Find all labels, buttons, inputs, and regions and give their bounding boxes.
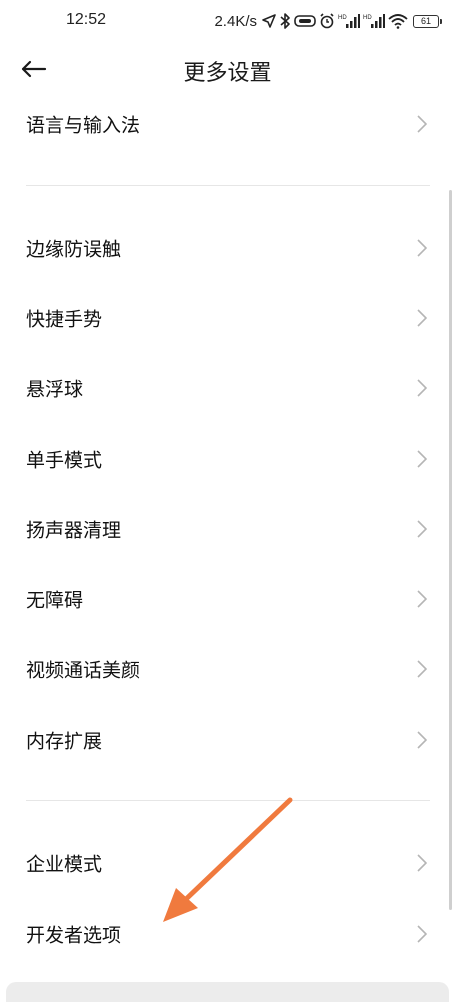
status-time: 12:52 [66, 11, 107, 28]
list-item-developer-options[interactable]: 开发者选项 [0, 904, 455, 964]
list-item-label: 无障碍 [26, 589, 84, 612]
scrollbar[interactable] [449, 190, 452, 910]
chevron-right-icon [417, 731, 428, 749]
list-item-edge-protection[interactable]: 边缘防误触 [0, 218, 455, 278]
wifi-icon [388, 13, 408, 29]
page-title: 更多设置 [183, 61, 272, 86]
bluetooth-icon [279, 13, 291, 29]
header: 更多设置 [0, 44, 455, 96]
vr-icon [294, 14, 316, 28]
location-icon [262, 14, 276, 28]
list-item-label: 悬浮球 [26, 378, 84, 401]
chevron-right-icon [417, 309, 428, 327]
chevron-right-icon [417, 239, 428, 257]
list-item-label: 边缘防误触 [26, 238, 122, 261]
alarm-icon [319, 13, 335, 29]
list-item-floating-ball[interactable]: 悬浮球 [0, 358, 455, 418]
list-item-speaker-cleanup[interactable]: 扬声器清理 [0, 499, 455, 559]
divider [26, 185, 430, 186]
battery-icon: 61 [413, 14, 442, 28]
network-speed: 2.4K/s [214, 12, 257, 30]
chevron-right-icon [417, 520, 428, 538]
list-item-video-call-beauty[interactable]: 视频通话美颜 [0, 639, 455, 699]
list-item-language-input[interactable]: 语言与输入法 [0, 94, 455, 154]
hd-signal-icon: HD [338, 13, 360, 29]
list-item-label: 单手模式 [26, 449, 103, 472]
chevron-right-icon [417, 450, 428, 468]
svg-text:HD: HD [363, 15, 372, 21]
divider [26, 800, 430, 801]
status-icons: 2.4K/s HD HD 61 [214, 10, 442, 32]
list-item-label: 扬声器清理 [26, 519, 122, 542]
list-item-memory-extension[interactable]: 内存扩展 [0, 710, 455, 770]
list-item-label: 企业模式 [26, 853, 103, 876]
list-item-enterprise-mode[interactable]: 企业模式 [0, 833, 455, 893]
list-item-label: 视频通话美颜 [26, 659, 141, 682]
chevron-right-icon [417, 660, 428, 678]
list-item-label: 语言与输入法 [26, 114, 141, 137]
svg-text:HD: HD [338, 15, 347, 21]
list-item-label: 内存扩展 [26, 730, 103, 753]
chevron-right-icon [417, 854, 428, 872]
list-item-label: 开发者选项 [26, 924, 122, 947]
list-item-quick-gestures[interactable]: 快捷手势 [0, 288, 455, 348]
hd-signal-icon: HD [363, 13, 385, 29]
status-bar: 12:52 2.4K/s HD HD 61 [0, 0, 455, 44]
list-item-accessibility[interactable]: 无障碍 [0, 569, 455, 629]
list-item-label: 快捷手势 [26, 308, 103, 331]
chevron-right-icon [417, 379, 428, 397]
chevron-right-icon [417, 925, 428, 943]
chevron-right-icon [417, 115, 428, 133]
chevron-right-icon [417, 590, 428, 608]
bottom-sheet-edge [6, 982, 449, 1002]
list-item-one-handed-mode[interactable]: 单手模式 [0, 429, 455, 489]
